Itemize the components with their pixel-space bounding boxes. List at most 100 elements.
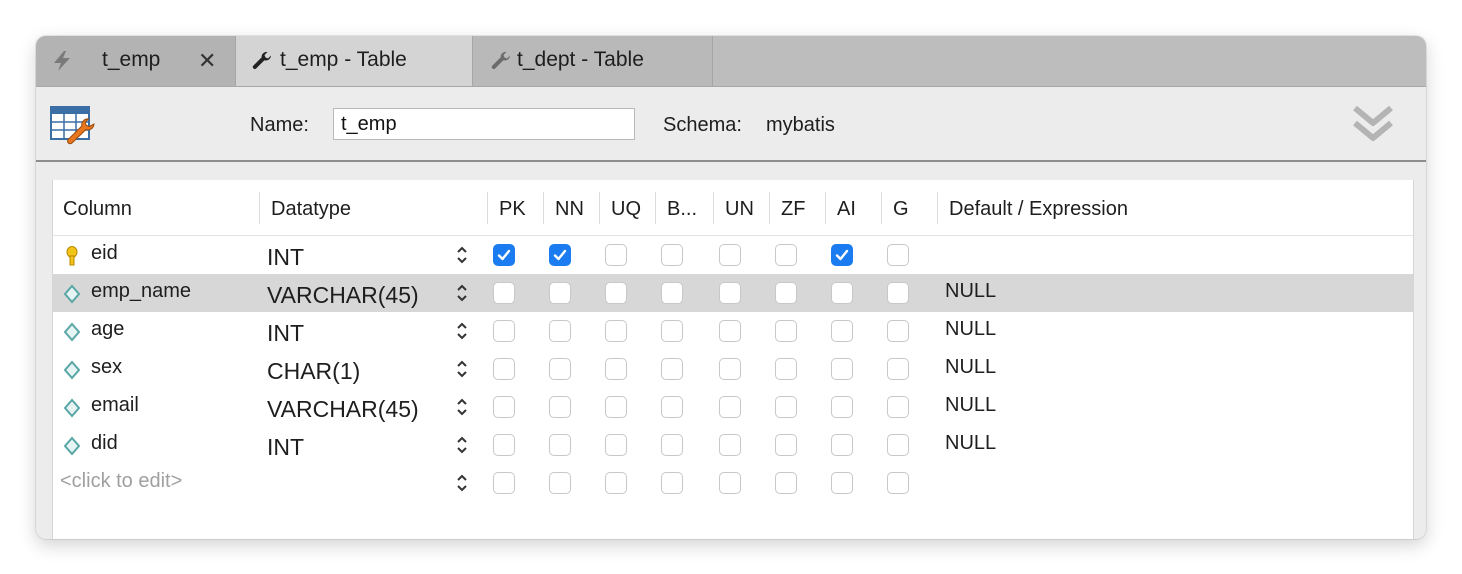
col-header-column[interactable]: Column: [63, 198, 132, 221]
nn-checkbox[interactable]: [549, 320, 571, 342]
nn-checkbox[interactable]: [549, 244, 571, 266]
pk-checkbox[interactable]: [493, 282, 515, 304]
binary-checkbox[interactable]: [661, 282, 683, 304]
datatype-stepper-icon[interactable]: [455, 320, 469, 342]
table-row[interactable]: sex CHAR(1) NULL: [53, 350, 1413, 388]
table-row[interactable]: age INT NULL: [53, 312, 1413, 350]
nn-checkbox[interactable]: [549, 472, 571, 494]
g-checkbox[interactable]: [887, 244, 909, 266]
uq-checkbox[interactable]: [605, 244, 627, 266]
default-expression[interactable]: NULL: [945, 394, 996, 417]
pk-checkbox[interactable]: [493, 320, 515, 342]
pk-checkbox[interactable]: [493, 244, 515, 266]
uq-checkbox[interactable]: [605, 396, 627, 418]
uq-checkbox[interactable]: [605, 358, 627, 380]
ai-checkbox[interactable]: [831, 282, 853, 304]
uq-checkbox[interactable]: [605, 472, 627, 494]
pk-checkbox[interactable]: [493, 472, 515, 494]
datatype-value[interactable]: INT: [267, 320, 304, 347]
uq-checkbox[interactable]: [605, 282, 627, 304]
table-row[interactable]: email VARCHAR(45) NULL: [53, 388, 1413, 426]
table-name-input[interactable]: [333, 108, 635, 140]
col-header-zf[interactable]: ZF: [781, 198, 805, 221]
datatype-stepper-icon[interactable]: [455, 434, 469, 456]
nn-checkbox[interactable]: [549, 282, 571, 304]
uq-checkbox[interactable]: [605, 434, 627, 456]
ai-checkbox[interactable]: [831, 320, 853, 342]
default-expression[interactable]: NULL: [945, 280, 996, 303]
zf-checkbox[interactable]: [775, 396, 797, 418]
column-name[interactable]: eid: [91, 242, 118, 265]
col-header-nn[interactable]: NN: [555, 198, 584, 221]
zf-checkbox[interactable]: [775, 282, 797, 304]
zf-checkbox[interactable]: [775, 434, 797, 456]
new-column-row[interactable]: <click to edit>: [53, 464, 1413, 502]
g-checkbox[interactable]: [887, 320, 909, 342]
column-name[interactable]: sex: [91, 356, 122, 379]
datatype-stepper-icon[interactable]: [455, 396, 469, 418]
ai-checkbox[interactable]: [831, 434, 853, 456]
default-expression[interactable]: NULL: [945, 356, 996, 379]
g-checkbox[interactable]: [887, 472, 909, 494]
click-to-edit-placeholder[interactable]: <click to edit>: [60, 470, 182, 493]
datatype-stepper-icon[interactable]: [455, 358, 469, 380]
datatype-value[interactable]: VARCHAR(45): [267, 396, 419, 423]
default-expression[interactable]: NULL: [945, 432, 996, 455]
datatype-value[interactable]: INT: [267, 244, 304, 271]
nn-checkbox[interactable]: [549, 358, 571, 380]
column-name[interactable]: age: [91, 318, 124, 341]
binary-checkbox[interactable]: [661, 396, 683, 418]
tab-t-emp-table[interactable]: t_emp - Table: [236, 36, 473, 86]
table-row[interactable]: eid INT: [53, 236, 1413, 274]
un-checkbox[interactable]: [719, 244, 741, 266]
uq-checkbox[interactable]: [605, 320, 627, 342]
tab-query-t-emp[interactable]: t_emp ✕: [36, 36, 236, 86]
datatype-value[interactable]: CHAR(1): [267, 358, 360, 385]
col-header-g[interactable]: G: [893, 198, 909, 221]
g-checkbox[interactable]: [887, 358, 909, 380]
column-name[interactable]: email: [91, 394, 139, 417]
default-expression[interactable]: NULL: [945, 318, 996, 341]
close-tab-icon[interactable]: ✕: [198, 48, 216, 74]
nn-checkbox[interactable]: [549, 434, 571, 456]
collapse-chevron-icon[interactable]: [1352, 103, 1394, 150]
g-checkbox[interactable]: [887, 434, 909, 456]
un-checkbox[interactable]: [719, 358, 741, 380]
pk-checkbox[interactable]: [493, 396, 515, 418]
zf-checkbox[interactable]: [775, 472, 797, 494]
table-row[interactable]: did INT NULL: [53, 426, 1413, 464]
col-header-pk[interactable]: PK: [499, 198, 526, 221]
un-checkbox[interactable]: [719, 434, 741, 456]
datatype-stepper-icon[interactable]: [455, 282, 469, 304]
table-row[interactable]: emp_name VARCHAR(45) NULL: [53, 274, 1413, 312]
un-checkbox[interactable]: [719, 396, 741, 418]
datatype-value[interactable]: INT: [267, 434, 304, 461]
pk-checkbox[interactable]: [493, 434, 515, 456]
un-checkbox[interactable]: [719, 282, 741, 304]
datatype-stepper-icon[interactable]: [455, 244, 469, 266]
column-name[interactable]: emp_name: [91, 280, 191, 303]
col-header-uq[interactable]: UQ: [611, 198, 641, 221]
un-checkbox[interactable]: [719, 472, 741, 494]
column-name[interactable]: did: [91, 432, 118, 455]
g-checkbox[interactable]: [887, 282, 909, 304]
binary-checkbox[interactable]: [661, 358, 683, 380]
ai-checkbox[interactable]: [831, 244, 853, 266]
ai-checkbox[interactable]: [831, 358, 853, 380]
g-checkbox[interactable]: [887, 396, 909, 418]
nn-checkbox[interactable]: [549, 396, 571, 418]
col-header-default[interactable]: Default / Expression: [949, 198, 1128, 221]
ai-checkbox[interactable]: [831, 396, 853, 418]
zf-checkbox[interactable]: [775, 320, 797, 342]
zf-checkbox[interactable]: [775, 358, 797, 380]
ai-checkbox[interactable]: [831, 472, 853, 494]
pk-checkbox[interactable]: [493, 358, 515, 380]
binary-checkbox[interactable]: [661, 244, 683, 266]
col-header-binary[interactable]: B...: [667, 198, 697, 221]
col-header-datatype[interactable]: Datatype: [271, 198, 351, 221]
zf-checkbox[interactable]: [775, 244, 797, 266]
binary-checkbox[interactable]: [661, 472, 683, 494]
un-checkbox[interactable]: [719, 320, 741, 342]
col-header-un[interactable]: UN: [725, 198, 754, 221]
col-header-ai[interactable]: AI: [837, 198, 856, 221]
